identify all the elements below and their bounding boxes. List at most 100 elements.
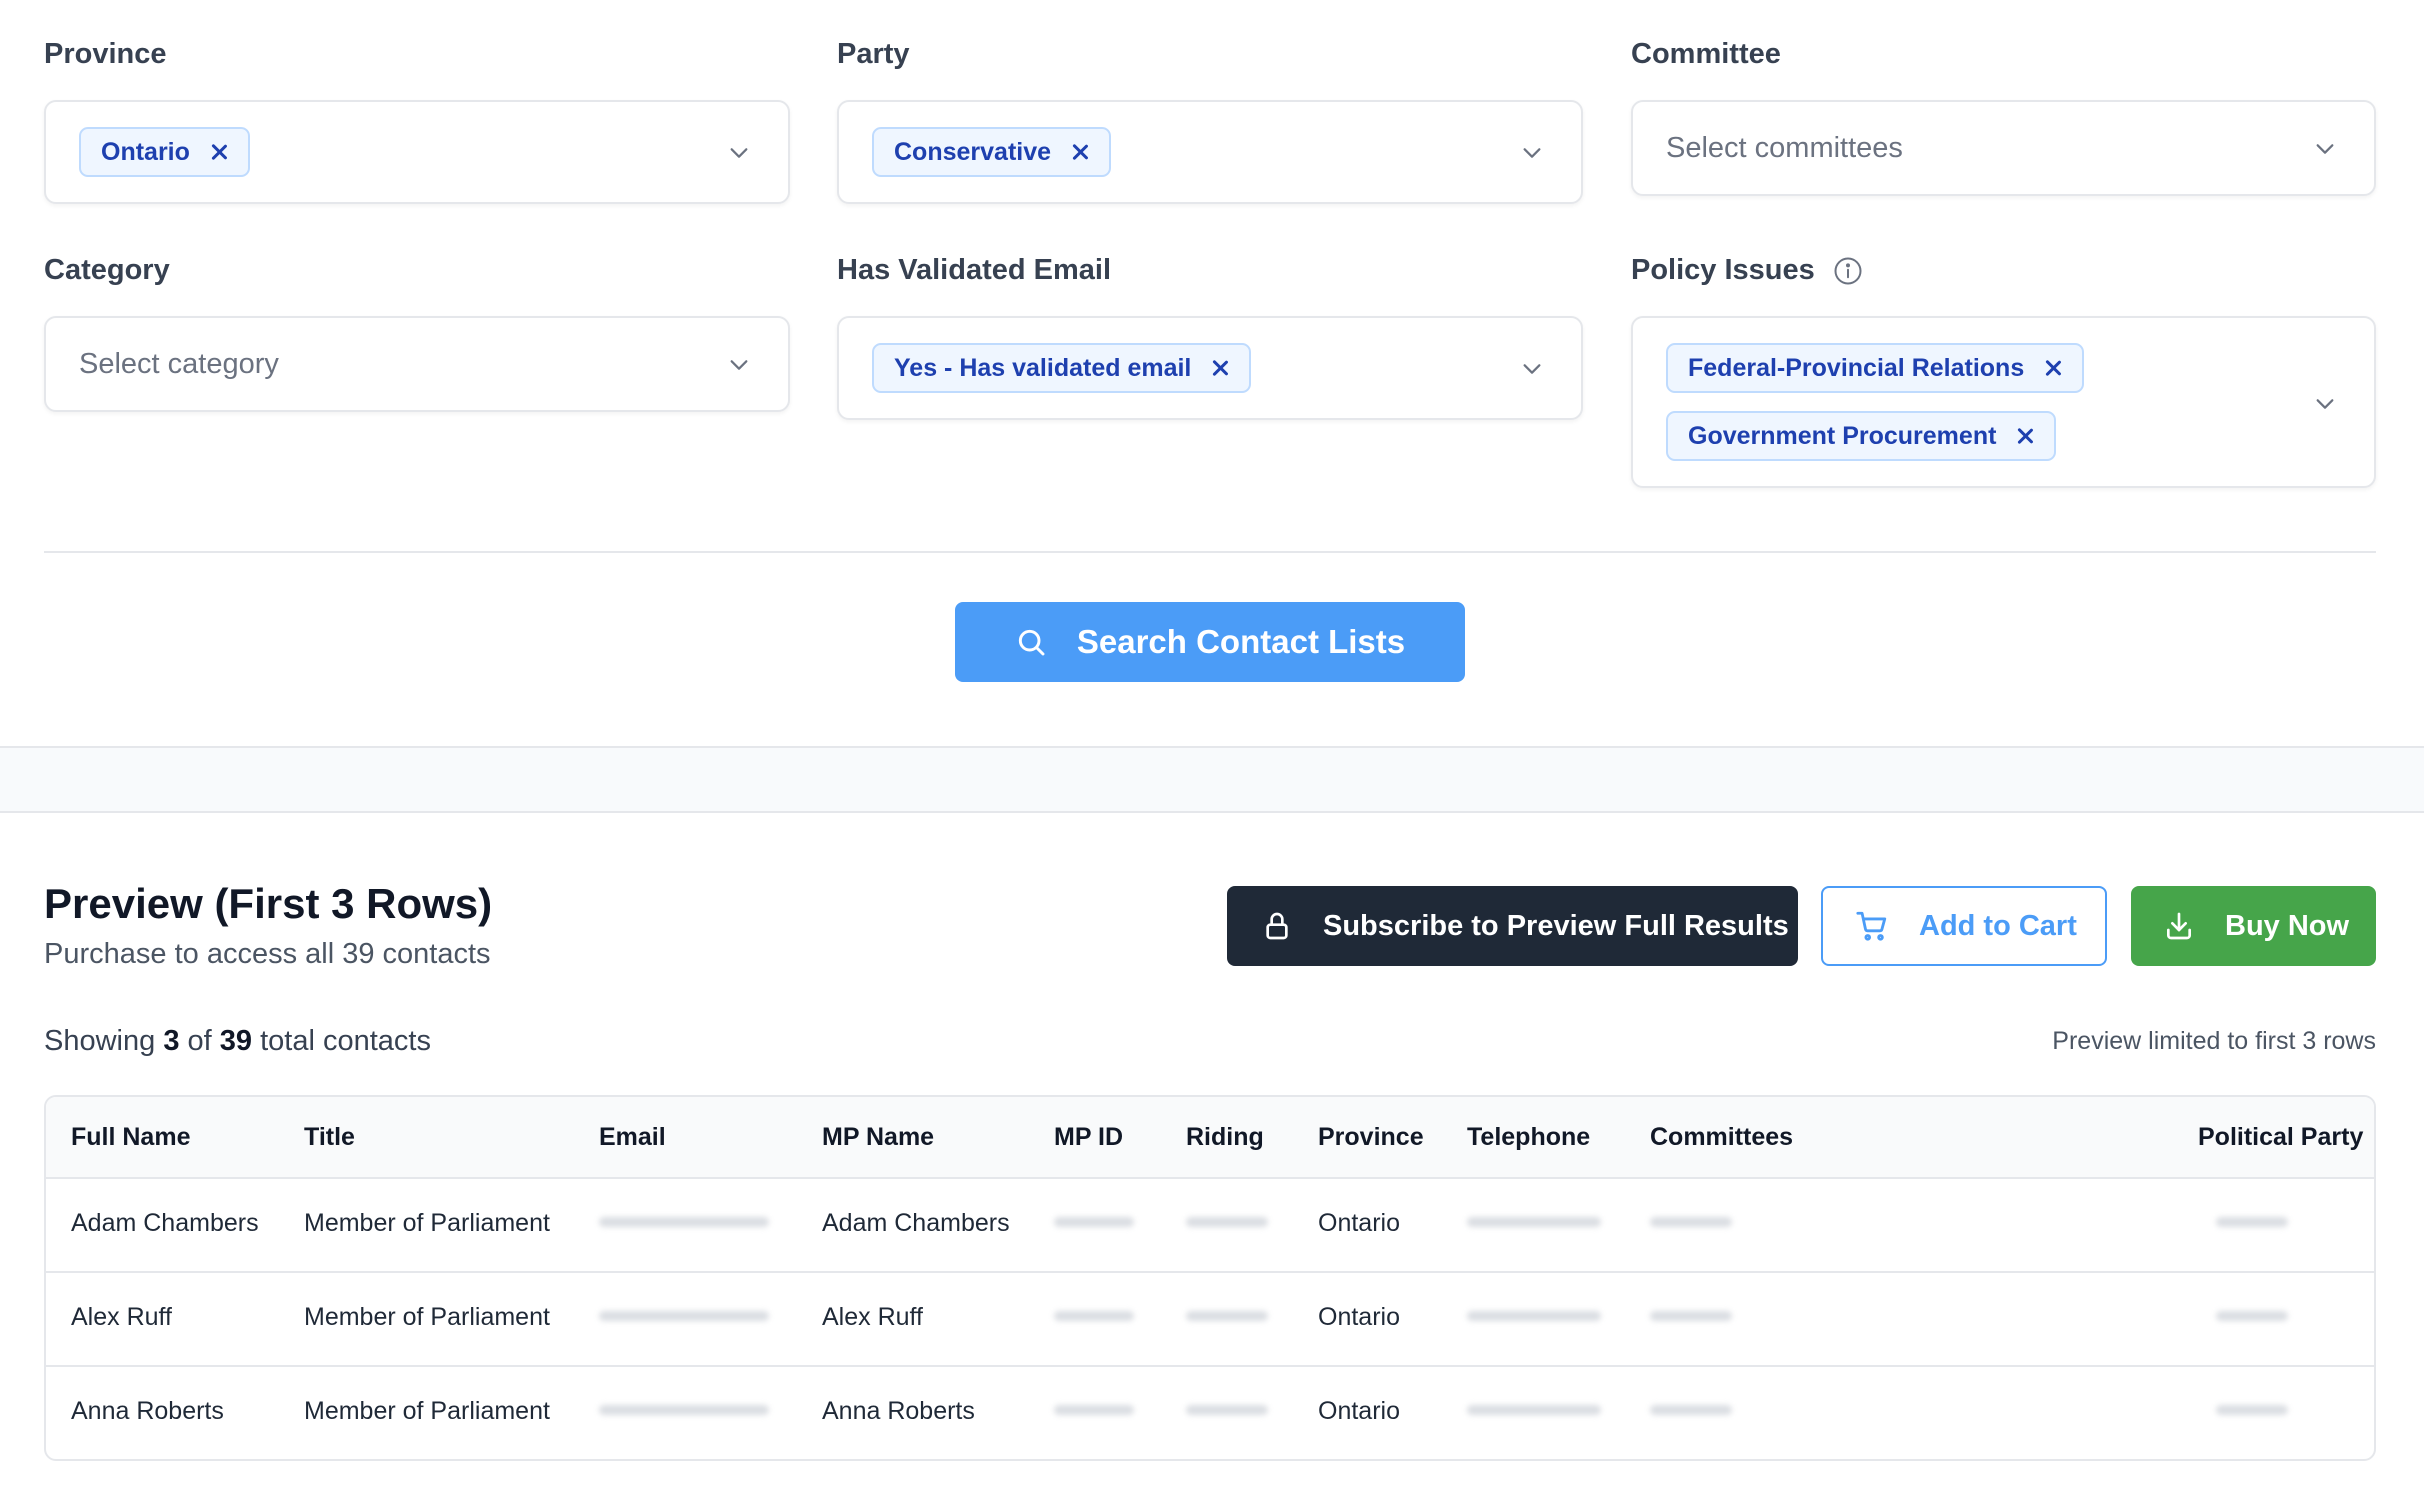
column-header[interactable]: Riding: [1186, 1123, 1264, 1152]
redacted-mp-id: [1054, 1405, 1134, 1415]
preview-title: Preview (First 3 Rows): [44, 880, 493, 927]
category-filter: Category Select category: [44, 254, 790, 424]
cell-mp-name: Alex Ruff: [822, 1303, 923, 1331]
column-header[interactable]: Full Name: [71, 1123, 190, 1152]
policy-issues-filter: Policy Issues Federal-Provincial Relatio…: [1631, 254, 2376, 494]
chevron-down-icon: [1523, 148, 1541, 158]
validated-email-filter: Has Validated Email Yes - Has validated …: [837, 254, 1583, 424]
chevron-down-icon: [2316, 144, 2334, 154]
policy-issue-chip-label: Government Procurement: [1688, 421, 1997, 450]
cell-title: Member of Parliament: [304, 1397, 550, 1425]
column-header[interactable]: Title: [304, 1123, 355, 1152]
redacted-committees: [1650, 1405, 1732, 1415]
buy-now-button[interactable]: Buy Now: [2131, 886, 2376, 966]
committee-select[interactable]: Select committees: [1631, 100, 2376, 196]
remove-chip-icon[interactable]: [1211, 359, 1229, 377]
redacted-telephone: [1467, 1311, 1601, 1321]
cell-title: Member of Parliament: [304, 1209, 550, 1237]
party-chip-label: Conservative: [894, 137, 1052, 166]
province-label: Province: [44, 38, 167, 70]
redacted-riding: [1186, 1405, 1268, 1415]
policy-issue-chip-label: Federal-Provincial Relations: [1688, 353, 2025, 382]
section-separator: [0, 746, 2424, 813]
policy-issues-label-text: Policy Issues: [1631, 254, 1815, 286]
party-chip[interactable]: Conservative: [872, 127, 1112, 177]
category-select[interactable]: Select category: [44, 316, 790, 412]
cart-icon: [1856, 911, 1887, 941]
table-row[interactable]: Alex Ruff Member of Parliament Alex Ruff…: [46, 1273, 2374, 1367]
chevron-down-icon: [2316, 399, 2334, 409]
remove-chip-icon[interactable]: [210, 143, 228, 161]
cell-mp-name: Anna Roberts: [822, 1397, 975, 1425]
redacted-telephone: [1467, 1217, 1601, 1227]
info-icon[interactable]: [1833, 256, 1863, 286]
redacted-party: [2216, 1405, 2288, 1415]
table-row[interactable]: Adam Chambers Member of Parliament Adam …: [46, 1179, 2374, 1273]
policy-issue-chip[interactable]: Government Procurement: [1666, 411, 2057, 461]
redacted-committees: [1650, 1217, 1732, 1227]
province-filter: Province Ontario: [44, 38, 790, 208]
committee-label: Committee: [1631, 38, 1781, 70]
column-header[interactable]: Email: [599, 1123, 666, 1152]
validated-email-chip-label: Yes - Has validated email: [894, 353, 1192, 382]
buy-now-label: Buy Now: [2225, 909, 2350, 942]
province-chip[interactable]: Ontario: [79, 127, 250, 177]
chevron-down-icon: [1523, 364, 1541, 374]
preview-limit-note: Preview limited to first 3 rows: [2052, 1027, 2376, 1055]
showing-total: 39: [219, 1025, 253, 1057]
validated-email-chip[interactable]: Yes - Has validated email: [872, 343, 1252, 393]
search-contact-lists-button[interactable]: Search Contact Lists: [955, 602, 1465, 682]
redacted-riding: [1186, 1311, 1268, 1321]
redacted-party: [2216, 1217, 2288, 1227]
showing-prefix: Showing: [44, 1025, 156, 1057]
cell-province: Ontario: [1318, 1397, 1400, 1425]
subscribe-button[interactable]: Subscribe to Preview Full Results: [1227, 886, 1798, 966]
remove-chip-icon[interactable]: [2044, 359, 2062, 377]
redacted-party: [2216, 1311, 2288, 1321]
cell-province: Ontario: [1318, 1303, 1400, 1331]
chevron-down-icon: [730, 148, 748, 158]
column-header[interactable]: Telephone: [1467, 1123, 1590, 1152]
category-placeholder: Select category: [79, 348, 279, 380]
redacted-email: [599, 1217, 769, 1227]
cell-province: Ontario: [1318, 1209, 1400, 1237]
remove-chip-icon[interactable]: [1071, 143, 1089, 161]
column-header[interactable]: Political Party: [2198, 1123, 2363, 1152]
column-header[interactable]: MP ID: [1054, 1123, 1123, 1152]
committee-filter: Committee Select committees: [1631, 38, 2376, 208]
redacted-committees: [1650, 1311, 1732, 1321]
party-label: Party: [837, 38, 910, 70]
province-select[interactable]: Ontario: [44, 100, 790, 204]
committee-placeholder: Select committees: [1666, 132, 1903, 164]
remove-chip-icon[interactable]: [2016, 427, 2034, 445]
column-header[interactable]: MP Name: [822, 1123, 934, 1152]
contacts-table: Full Name Title Email MP Name MP ID Ridi…: [44, 1095, 2376, 1461]
province-chip-label: Ontario: [101, 137, 190, 166]
category-label: Category: [44, 254, 170, 286]
column-header[interactable]: Province: [1318, 1123, 1424, 1152]
table-header: Full Name Title Email MP Name MP ID Ridi…: [46, 1097, 2374, 1179]
download-icon: [2167, 912, 2191, 940]
party-select[interactable]: Conservative: [837, 100, 1583, 204]
preview-subtitle: Purchase to access all 39 contacts: [44, 938, 491, 970]
policy-issues-select[interactable]: Federal-Provincial Relations Government …: [1631, 316, 2376, 488]
redacted-email: [599, 1311, 769, 1321]
table-row[interactable]: Anna Roberts Member of Parliament Anna R…: [46, 1367, 2374, 1459]
search-icon: [1018, 629, 1045, 656]
add-to-cart-button[interactable]: Add to Cart: [1821, 886, 2107, 966]
policy-issues-label: Policy Issues: [1631, 254, 1863, 287]
redacted-riding: [1186, 1217, 1268, 1227]
validated-email-select[interactable]: Yes - Has validated email: [837, 316, 1583, 420]
showing-count: Showing 3 of 39 total contacts: [44, 1025, 431, 1058]
chevron-down-icon: [730, 360, 748, 370]
filters-divider: [44, 551, 2376, 553]
validated-email-label: Has Validated Email: [837, 254, 1112, 286]
column-header[interactable]: Committees: [1650, 1123, 1793, 1152]
redacted-email: [599, 1405, 769, 1415]
policy-issue-chip[interactable]: Federal-Provincial Relations: [1666, 343, 2085, 393]
showing-suffix: total contacts: [260, 1025, 431, 1057]
showing-of: of: [187, 1025, 212, 1057]
cell-full-name: Anna Roberts: [71, 1397, 224, 1425]
cell-full-name: Adam Chambers: [71, 1209, 259, 1237]
cell-title: Member of Parliament: [304, 1303, 550, 1331]
